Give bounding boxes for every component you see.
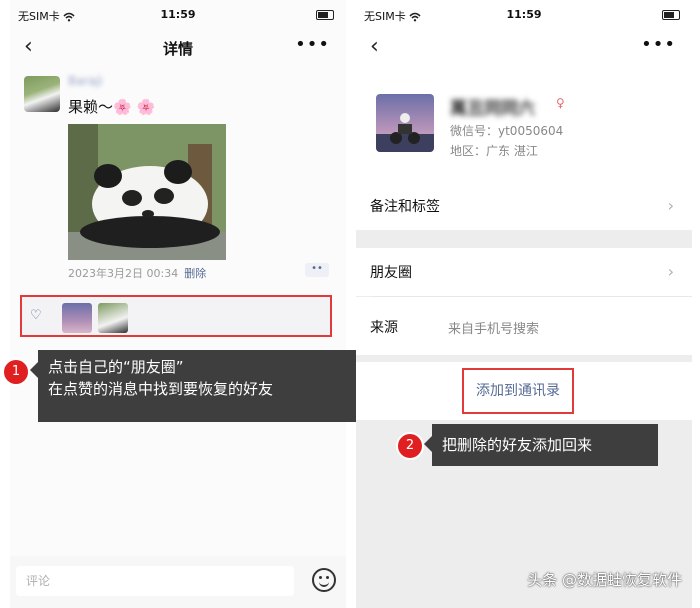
post-date: 2023年3月2日 00:34 <box>68 267 179 280</box>
source-value: 来自手机号搜索 <box>448 322 540 337</box>
step-badge-2: 2 <box>396 432 424 460</box>
liker-avatar[interactable] <box>62 303 92 333</box>
author-name[interactable]: Baraji <box>68 74 103 88</box>
moments-cell[interactable]: 朋友圈 › <box>356 248 692 296</box>
step-badge-1: 1 <box>2 358 30 386</box>
source-label: 来源 <box>370 320 398 336</box>
author-avatar[interactable] <box>24 76 60 112</box>
clock: 11:59 <box>160 8 196 21</box>
heart-icon: ♡ <box>30 308 42 323</box>
more-button[interactable]: ••• <box>641 34 676 55</box>
comment-input[interactable]: 评论 <box>16 566 294 596</box>
nav-bar: ‹ 详情 ••• <box>10 30 346 66</box>
chevron-right-icon: › <box>667 262 674 281</box>
delete-link[interactable]: 删除 <box>184 267 206 280</box>
contact-profile-screen: 无SIM卡 11:59 ‹ ••• 萬丑同同六 ♀ 微信号：yt0050604 … <box>356 0 692 608</box>
chevron-right-icon: › <box>667 196 674 215</box>
gender-icon: ♀ <box>556 96 565 110</box>
moments-detail-screen: 无SIM卡 11:59 ‹ 详情 ••• Baraji 果赖～🌸 🌸 2023年… <box>2 0 360 608</box>
callout-line-1: 点击自己的“朋友圈” <box>48 358 184 376</box>
remark-tags-label: 备注和标签 <box>370 199 440 215</box>
battery-icon <box>662 10 680 20</box>
profile-card: 萬丑同同六 ♀ 微信号：yt0050604 地区：广东 湛江 <box>356 64 692 182</box>
panda-image <box>68 124 226 260</box>
more-button[interactable]: ••• <box>295 34 330 55</box>
instruction-callout-1: 点击自己的“朋友圈” 在点赞的消息中找到要恢复的好友 <box>30 350 360 422</box>
post-actions-button[interactable]: •• <box>305 263 329 277</box>
post-text: 果赖～🌸 🌸 <box>68 98 156 116</box>
motorcycle-image <box>376 113 434 152</box>
callout-line-2: 在点赞的消息中找到要恢复的好友 <box>48 380 274 398</box>
nav-bar: ‹ ••• <box>356 30 692 66</box>
contact-nickname: 萬丑同同六 <box>450 99 535 119</box>
status-bar: 无SIM卡 11:59 <box>356 8 692 24</box>
add-to-contacts-button[interactable]: 添加到通讯录 <box>462 368 574 414</box>
battery-icon <box>316 10 334 20</box>
wechat-id: 微信号：yt0050604 <box>450 124 564 138</box>
region: 地区：广东 湛江 <box>450 144 538 158</box>
post-meta: 2023年3月2日 00:34 删除 <box>68 265 206 281</box>
clock: 11:59 <box>506 8 542 21</box>
likes-box: ♡ <box>20 295 332 337</box>
post-photo[interactable] <box>68 124 226 260</box>
back-button[interactable]: ‹ <box>370 36 379 58</box>
emoji-icon[interactable] <box>312 568 336 592</box>
moments-label: 朋友圈 <box>370 265 412 281</box>
status-bar: 无SIM卡 11:59 <box>10 8 346 24</box>
instruction-callout-2: 把删除的好友添加回来 <box>424 424 658 466</box>
watermark: 头条 @数据蛙恢复软件 <box>527 571 682 589</box>
remark-tags-cell[interactable]: 备注和标签 › <box>356 182 692 230</box>
source-cell: 来源 来自手机号搜索 <box>356 297 692 355</box>
comment-bar: 评论 <box>10 556 346 608</box>
contact-avatar[interactable] <box>376 94 434 152</box>
liker-avatar[interactable] <box>98 303 128 333</box>
